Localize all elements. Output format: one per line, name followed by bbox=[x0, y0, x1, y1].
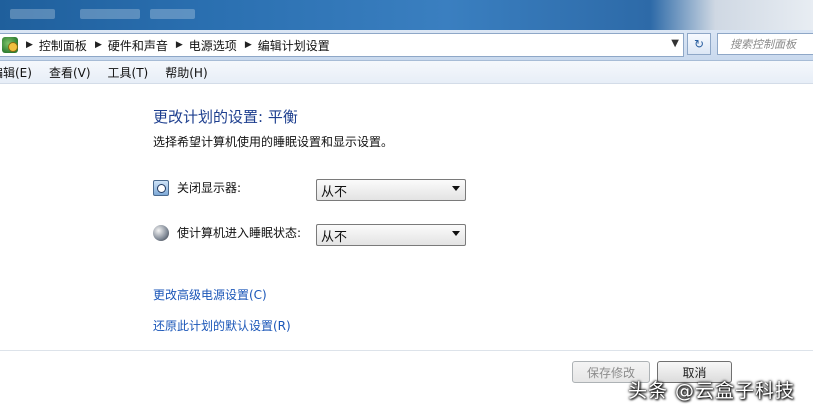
menu-bar: 编辑(E) 查看(V) 工具(T) 帮助(H) bbox=[0, 61, 813, 84]
blurred-title-text bbox=[10, 9, 55, 19]
breadcrumb-item[interactable]: ▶ 控制面板 bbox=[18, 34, 87, 56]
page-title: 更改计划的设置: 平衡 bbox=[153, 108, 298, 126]
address-bar[interactable]: ▶ 控制面板 ▶ 硬件和声音 ▶ 电源选项 ▶ 编辑计划设置 ▼ bbox=[0, 33, 684, 57]
menu-view[interactable]: 查看(V) bbox=[49, 64, 91, 81]
breadcrumb-item[interactable]: ▶ 硬件和声音 bbox=[87, 34, 168, 56]
setting-label: 关闭显示器: bbox=[177, 181, 242, 195]
menu-tools[interactable]: 工具(T) bbox=[108, 64, 149, 81]
display-timeout-select[interactable]: 从不 bbox=[316, 179, 466, 201]
chevron-right-icon: ▶ bbox=[94, 40, 102, 50]
setting-label: 使计算机进入睡眠状态: bbox=[177, 226, 302, 240]
chevron-down-icon[interactable]: ▼ bbox=[671, 38, 679, 49]
sleep-timeout-select[interactable]: 从不 bbox=[316, 224, 466, 246]
window-title-bar bbox=[0, 0, 813, 30]
restore-defaults-link[interactable]: 还原此计划的默认设置(R) bbox=[153, 317, 291, 334]
watermark-text: 头条 @云盒子科技 bbox=[628, 380, 796, 402]
select-value: 从不 bbox=[321, 229, 348, 245]
chevron-right-icon: ▶ bbox=[244, 40, 252, 50]
navigation-bar: ▶ 控制面板 ▶ 硬件和声音 ▶ 电源选项 ▶ 编辑计划设置 ▼ ↻ bbox=[0, 30, 813, 61]
breadcrumb-label: 硬件和声音 bbox=[107, 38, 168, 53]
sleep-moon-icon bbox=[153, 224, 169, 241]
blurred-title-text bbox=[80, 9, 140, 19]
page-subtitle: 选择希望计算机使用的睡眠设置和显示设置。 bbox=[153, 135, 394, 149]
setting-sleep: 使计算机进入睡眠状态: 从不 bbox=[153, 224, 466, 246]
search-input[interactable] bbox=[728, 36, 813, 52]
dropdown-arrow-icon bbox=[452, 186, 460, 191]
control-panel-icon bbox=[2, 37, 18, 53]
chevron-right-icon: ▶ bbox=[26, 40, 33, 50]
breadcrumb-label: 电源选项 bbox=[188, 38, 237, 53]
search-box[interactable] bbox=[717, 33, 813, 55]
breadcrumb-label: 控制面板 bbox=[38, 38, 87, 53]
breadcrumb-label: 编辑计划设置 bbox=[257, 38, 330, 53]
refresh-icon: ↻ bbox=[693, 37, 705, 51]
dropdown-arrow-icon bbox=[452, 231, 460, 236]
refresh-button[interactable]: ↻ bbox=[687, 33, 711, 55]
blurred-title-text bbox=[150, 9, 195, 19]
setting-turn-off-display: 关闭显示器: 从不 bbox=[153, 179, 466, 201]
breadcrumb-item[interactable]: ▶ 电源选项 bbox=[168, 34, 237, 56]
advanced-power-settings-link[interactable]: 更改高级电源设置(C) bbox=[153, 286, 267, 303]
select-value: 从不 bbox=[321, 184, 348, 200]
footer-divider bbox=[0, 350, 813, 351]
display-timer-icon bbox=[153, 179, 169, 196]
menu-help[interactable]: 帮助(H) bbox=[165, 64, 207, 81]
chevron-right-icon: ▶ bbox=[175, 40, 183, 50]
menu-edit[interactable]: 编辑(E) bbox=[0, 64, 32, 81]
breadcrumb-item[interactable]: ▶ 编辑计划设置 bbox=[237, 34, 330, 56]
